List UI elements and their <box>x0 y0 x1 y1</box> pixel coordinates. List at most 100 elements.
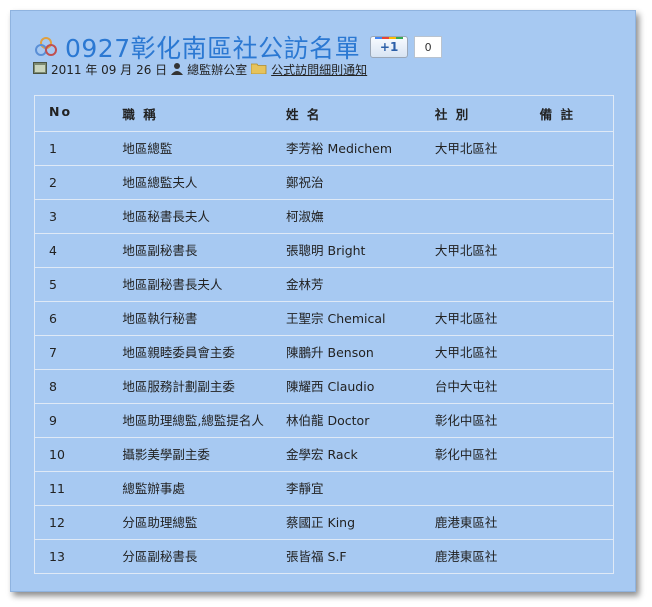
cell-name: 金林芳 <box>272 267 421 302</box>
cell-name: 王聖宗 Chemical <box>272 301 421 336</box>
table-row: 8 地區服務計劃副主委 陳耀西 Claudio 台中大屯社 <box>34 369 614 404</box>
table-row: 11 總監辦事處 李靜宜 <box>34 471 614 506</box>
cell-note <box>525 369 614 404</box>
header-title: 職 稱 <box>108 95 273 132</box>
cell-title: 地區執行秘書 <box>108 301 273 336</box>
article-panel: 0927彰化南區社公訪名單 +1 0 2011 年 09 月 26 日 總監辦公… <box>10 10 636 592</box>
table-row: 10 攝影美學副主委 金學宏 Rack 彰化中區社 <box>34 437 614 472</box>
cell-name: 金學宏 Rack <box>272 437 421 472</box>
article-icon <box>33 34 59 60</box>
gplus-count: 0 <box>414 36 443 58</box>
cell-name: 陳耀西 Claudio <box>272 369 421 404</box>
cell-title: 總監辦事處 <box>108 471 273 506</box>
cell-club: 彰化中區社 <box>420 403 526 438</box>
visit-table: No 職 稱 姓 名 社 別 備 註 1 地區總監 李芳裕 Medichem 大甲北區… <box>34 95 614 574</box>
cell-title: 攝影美學副主委 <box>108 437 273 472</box>
cell-title: 地區親睦委員會主委 <box>108 335 273 370</box>
header-club: 社 別 <box>420 95 526 132</box>
cell-no: 11 <box>34 471 109 506</box>
cell-title: 地區總監 <box>108 131 273 166</box>
cell-no: 6 <box>34 301 109 336</box>
cell-club: 大甲北區社 <box>420 335 526 370</box>
cell-no: 13 <box>34 539 109 574</box>
gplus-color-stripe <box>375 37 404 39</box>
cell-no: 5 <box>34 267 109 302</box>
header-no: No <box>34 95 109 132</box>
cell-note <box>525 301 614 336</box>
table-row: 1 地區總監 李芳裕 Medichem 大甲北區社 <box>34 131 614 166</box>
folder-icon <box>250 62 267 77</box>
cell-title: 地區副秘書長 <box>108 233 273 268</box>
cell-club: 大甲北區社 <box>420 131 526 166</box>
cell-title: 分區助理總監 <box>108 505 273 540</box>
cell-no: 7 <box>34 335 109 370</box>
cell-no: 10 <box>34 437 109 472</box>
cell-note <box>525 539 614 574</box>
gplus-button[interactable]: +1 <box>370 36 409 58</box>
cell-club: 鹿港東區社 <box>420 505 526 540</box>
cell-name: 蔡國正 King <box>272 505 421 540</box>
cell-club <box>420 165 526 200</box>
page-title[interactable]: 0927彰化南區社公訪名單 <box>65 29 360 65</box>
cell-no: 1 <box>34 131 109 166</box>
table-row: 4 地區副秘書長 張聰明 Bright 大甲北區社 <box>34 233 614 268</box>
cell-name: 林伯龍 Doctor <box>272 403 421 438</box>
visit-table-wrap: No 職 稱 姓 名 社 別 備 註 1 地區總監 李芳裕 Medichem 大甲北區… <box>34 95 614 574</box>
cell-no: 12 <box>34 505 109 540</box>
cell-title: 地區總監夫人 <box>108 165 273 200</box>
cell-note <box>525 505 614 540</box>
table-row: 7 地區親睦委員會主委 陳鵬升 Benson 大甲北區社 <box>34 335 614 370</box>
table-row: 12 分區助理總監 蔡國正 King 鹿港東區社 <box>34 505 614 540</box>
cell-name: 柯淑嫵 <box>272 199 421 234</box>
cell-name: 李靜宜 <box>272 471 421 506</box>
table-row: 5 地區副秘書長夫人 金林芳 <box>34 267 614 302</box>
gplus-widget: +1 0 <box>370 36 443 58</box>
post-date: 2011 年 09 月 26 日 <box>51 63 168 77</box>
cell-title: 地區服務計劃副主委 <box>108 369 273 404</box>
cell-title: 地區秘書長夫人 <box>108 199 273 234</box>
cell-no: 8 <box>34 369 109 404</box>
table-row: 6 地區執行秘書 王聖宗 Chemical 大甲北區社 <box>34 301 614 336</box>
cell-club: 彰化中區社 <box>420 437 526 472</box>
header-note: 備 註 <box>525 95 614 132</box>
table-header-row: No 職 稱 姓 名 社 別 備 註 <box>34 95 614 132</box>
cell-title: 分區副秘書長 <box>108 539 273 574</box>
table-row: 13 分區副秘書長 張皆福 S.F 鹿港東區社 <box>34 539 614 574</box>
cell-no: 9 <box>34 403 109 438</box>
cell-name: 陳鵬升 Benson <box>272 335 421 370</box>
cell-note <box>525 437 614 472</box>
cell-no: 4 <box>34 233 109 268</box>
cell-no: 3 <box>34 199 109 234</box>
cell-title: 地區副秘書長夫人 <box>108 267 273 302</box>
calendar-icon <box>33 62 47 77</box>
cell-note <box>525 131 614 166</box>
cell-name: 張皆福 S.F <box>272 539 421 574</box>
cell-club: 大甲北區社 <box>420 301 526 336</box>
cell-note <box>525 233 614 268</box>
cell-note <box>525 165 614 200</box>
cell-club <box>420 267 526 302</box>
cell-club: 鹿港東區社 <box>420 539 526 574</box>
table-row: 2 地區總監夫人 鄭祝治 <box>34 165 614 200</box>
cell-note <box>525 335 614 370</box>
cell-note <box>525 267 614 302</box>
table-row: 9 地區助理總監,總監提名人 林伯龍 Doctor 彰化中區社 <box>34 403 614 438</box>
cell-club: 大甲北區社 <box>420 233 526 268</box>
cell-title: 地區助理總監,總監提名人 <box>108 403 273 438</box>
cell-club: 台中大屯社 <box>420 369 526 404</box>
user-icon <box>171 62 184 78</box>
header-name: 姓 名 <box>272 95 421 132</box>
post-author: 總監辦公室 <box>187 63 248 77</box>
cell-note <box>525 471 614 506</box>
table-row: 3 地區秘書長夫人 柯淑嫵 <box>34 199 614 234</box>
category-link[interactable]: 公式訪問細則通知 <box>271 61 367 78</box>
cell-club <box>420 471 526 506</box>
cell-name: 李芳裕 Medichem <box>272 131 421 166</box>
cell-note <box>525 199 614 234</box>
cell-note <box>525 403 614 438</box>
cell-club <box>420 199 526 234</box>
cell-no: 2 <box>34 165 109 200</box>
gplus-label: +1 <box>379 40 399 54</box>
cell-name: 張聰明 Bright <box>272 233 421 268</box>
title-row: 0927彰化南區社公訪名單 +1 0 <box>33 29 443 65</box>
